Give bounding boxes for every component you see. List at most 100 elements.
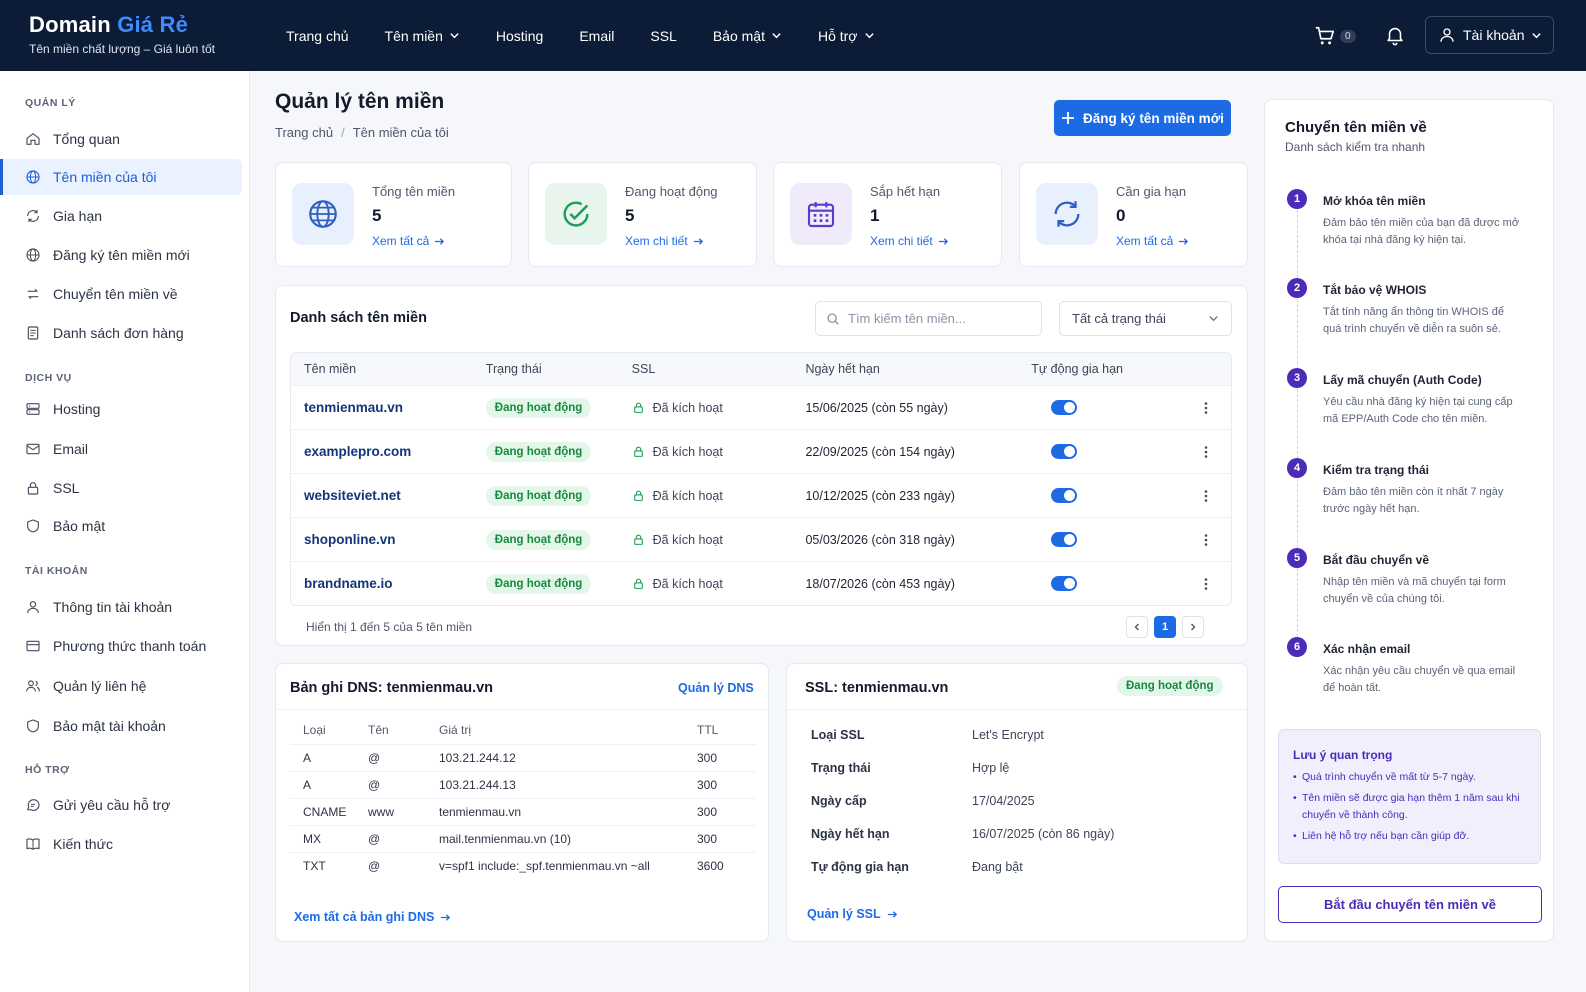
pagination-page-button[interactable]: 1 (1154, 616, 1176, 638)
more-vertical-icon[interactable] (1199, 533, 1213, 547)
sidebar-item-hosting[interactable]: Hosting (0, 391, 242, 427)
sidebar-item-label: Quản lý liên hệ (53, 678, 147, 694)
users-icon (26, 680, 40, 692)
stat-link[interactable]: Xem tất cả (1116, 234, 1189, 248)
sidebar-item-ten-mien-cua-toi[interactable]: Tên miền của tôi (0, 159, 242, 195)
notification-button[interactable] (1384, 24, 1406, 46)
dns-card-title: Bản ghi DNS: tenmienmau.vn (290, 680, 494, 696)
transfer-icon (27, 288, 39, 300)
nav-trang-chu[interactable]: Trang chủ (286, 28, 349, 44)
sidebar-item-phuong-thuc-thanh-toan[interactable]: Phương thức thanh toán (0, 628, 242, 664)
table-row: brandname.io Đang hoạt động Đã kích hoạt… (291, 561, 1231, 605)
table-row: TXT @ v=spf1 include:_spf.tenmienmau.vn ~a… (290, 852, 756, 879)
lock-icon (633, 490, 643, 501)
auto-renew-toggle[interactable] (1051, 488, 1078, 503)
refresh-icon (27, 210, 39, 222)
sidebar-item-gia-han[interactable]: Gia hạn (0, 198, 242, 234)
nav-ssl[interactable]: SSL (650, 28, 676, 44)
start-transfer-button[interactable]: Bắt đầu chuyển tên miền về (1278, 886, 1542, 923)
sidebar-item-tong-quan[interactable]: Tổng quan (0, 121, 242, 157)
expiry-date: 10/12/2025 (còn 233 ngày) (805, 488, 955, 503)
auto-renew-toggle[interactable] (1051, 532, 1078, 547)
sidebar-item-dang-ky-ten-mien-moi[interactable]: Đăng ký tên miền mới (0, 237, 242, 273)
domain-list-title: Danh sách tên miền (290, 310, 427, 326)
expiry-date: 18/07/2026 (còn 453 ngày) (805, 576, 955, 591)
brand-tagline: Tên miền chất lượng – Giá luôn tốt (29, 42, 215, 56)
dns-ttl: 300 (697, 751, 718, 765)
register-domain-label: Đăng ký tên miền mới (1083, 110, 1224, 126)
status-badge: Đang hoạt động (485, 441, 592, 462)
nav-ten-mien[interactable]: Tên miền (385, 28, 460, 44)
domain-table: Tên miền Trạng thái SSL Ngày hết hạn Tự … (290, 352, 1232, 606)
table-row: websiteviet.net Đang hoạt động Đã kích h… (291, 473, 1231, 517)
stat-card-active: Đang hoạt động 5 Xem chi tiết (528, 162, 757, 267)
cart-count-badge: 0 (1340, 29, 1356, 43)
ssl-field-row: Trạng thái Hợp lệ (811, 761, 1009, 775)
more-vertical-icon[interactable] (1199, 401, 1213, 415)
stat-link[interactable]: Xem chi tiết (870, 234, 949, 248)
home-icon (26, 133, 40, 145)
sidebar-item-danh-sach-don-hang[interactable]: Danh sách đơn hàng (0, 315, 242, 351)
ssl-field-key: Ngày hết hạn (811, 827, 890, 841)
table-row: MX @ mail.tenmienmau.vn (10) 300 (290, 825, 756, 852)
sidebar-item-chuyen-ten-mien-ve[interactable]: Chuyển tên miền về (0, 276, 242, 312)
domain-link[interactable]: examplepro.com (304, 444, 411, 459)
chat-icon (27, 799, 40, 811)
nav-hosting[interactable]: Hosting (496, 28, 543, 44)
check-circle-icon (545, 183, 607, 245)
manage-ssl-link[interactable]: Quản lý SSL (807, 907, 898, 921)
ssl-card-title: SSL: tenmienmau.vn (805, 680, 949, 696)
sidebar-item-gui-yeu-cau-ho-tro[interactable]: Gửi yêu cầu hỗ trợ (0, 787, 242, 823)
auto-renew-toggle[interactable] (1051, 444, 1078, 459)
dns-ttl: 3600 (697, 859, 724, 873)
auto-renew-toggle[interactable] (1051, 400, 1078, 415)
step-title: Kiểm tra trạng thái (1323, 463, 1430, 477)
arrow-right-icon (435, 237, 445, 245)
brand-name: Domain (29, 12, 118, 37)
nav-ho-tro[interactable]: Hỗ trợ (818, 28, 875, 44)
sidebar-item-label: Danh sách đơn hàng (53, 325, 184, 341)
more-vertical-icon[interactable] (1199, 489, 1213, 503)
stat-link[interactable]: Xem chi tiết (625, 234, 704, 248)
chevron-down-icon (864, 33, 874, 39)
more-vertical-icon[interactable] (1199, 445, 1213, 459)
brand-logo[interactable]: Domain Giá Rẻ (29, 12, 188, 38)
auto-renew-toggle[interactable] (1051, 576, 1078, 591)
search-icon (827, 312, 839, 325)
pagination-next-button[interactable] (1182, 616, 1204, 638)
domain-link[interactable]: websiteviet.net (304, 488, 401, 503)
stat-link[interactable]: Xem tất cả (372, 234, 445, 248)
register-domain-button[interactable]: Đăng ký tên miền mới (1054, 100, 1231, 136)
more-vertical-icon[interactable] (1199, 577, 1213, 591)
step-number: 1 (1287, 189, 1307, 209)
account-menu-button[interactable]: Tài khoản (1425, 16, 1554, 54)
sidebar-item-thong-tin-tai-khoan[interactable]: Thông tin tài khoản (0, 589, 242, 625)
domain-search-input[interactable] (848, 311, 1028, 326)
sidebar-item-bao-mat-tai-khoan[interactable]: Bảo mật tài khoản (0, 708, 242, 744)
bell-icon (1387, 27, 1403, 46)
ssl-field-value: Đang bật (972, 860, 1023, 874)
view-all-dns-link[interactable]: Xem tất cả bản ghi DNS (294, 910, 451, 924)
sidebar-item-quan-ly-lien-he[interactable]: Quản lý liên hệ (0, 668, 242, 704)
sidebar-item-label: Thông tin tài khoản (53, 599, 173, 615)
domain-link[interactable]: tenmienmau.vn (304, 400, 403, 415)
nav-bao-mat[interactable]: Bảo mật (713, 28, 782, 44)
nav-email[interactable]: Email (579, 28, 614, 44)
domain-link[interactable]: brandname.io (304, 576, 393, 591)
dns-name: @ (368, 832, 381, 846)
sidebar-item-kien-thuc[interactable]: Kiến thức (0, 826, 242, 862)
stat-value: 1 (870, 206, 880, 225)
globe-icon (26, 170, 40, 184)
sidebar-item-ssl[interactable]: SSL (0, 470, 242, 506)
step-description: Nhập tên miền và mã chuyển tại form chuy… (1323, 576, 1506, 605)
status-filter-select[interactable]: Tất cả trạng thái (1059, 301, 1232, 336)
sidebar-item-bao-mat[interactable]: Bảo mật (0, 508, 242, 544)
manage-dns-link[interactable]: Quản lý DNS (678, 681, 754, 695)
breadcrumb-home-link[interactable]: Trang chủ (275, 125, 333, 140)
nav-label: SSL (650, 27, 677, 44)
domain-link[interactable]: shoponline.vn (304, 532, 396, 547)
sidebar-item-email[interactable]: Email (0, 431, 242, 467)
pagination-prev-button[interactable] (1126, 616, 1148, 638)
chevron-down-icon (1532, 32, 1542, 38)
cart-button[interactable]: 0 (1314, 25, 1356, 47)
